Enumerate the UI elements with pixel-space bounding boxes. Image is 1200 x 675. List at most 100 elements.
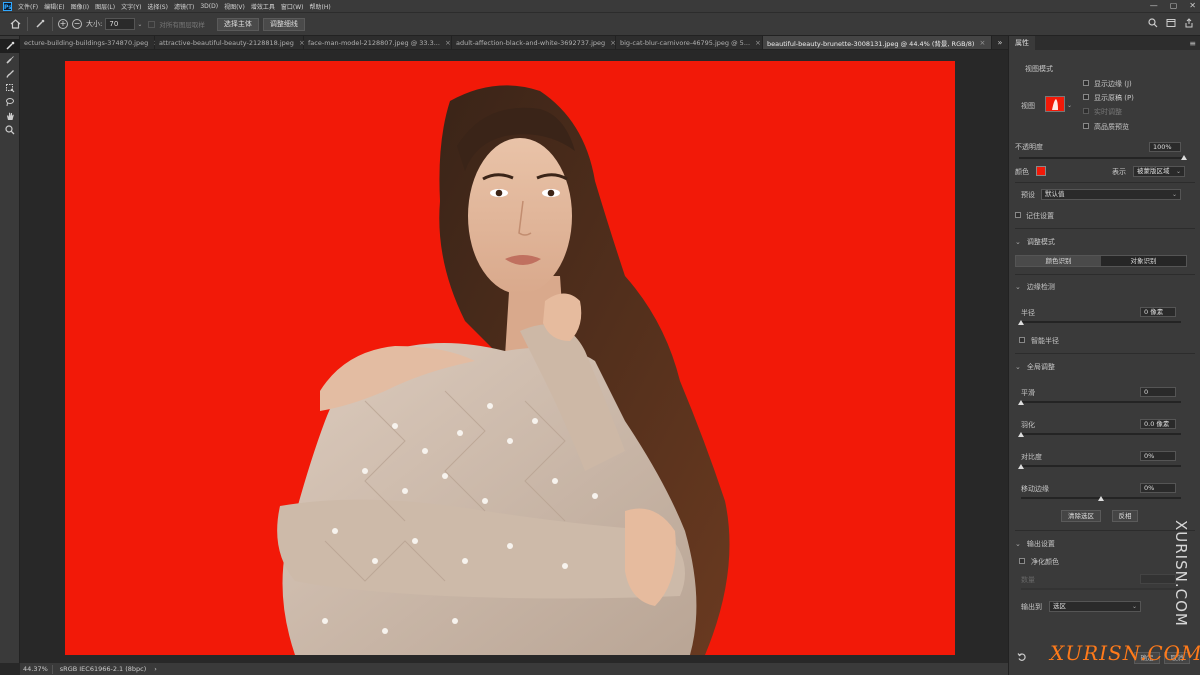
chevron-right-icon[interactable]: ›: [154, 665, 157, 673]
menu-type[interactable]: 文字(Y): [121, 2, 141, 11]
chevron-down-icon[interactable]: ⌄: [137, 21, 142, 28]
object-aware-button[interactable]: 对象识别: [1101, 256, 1186, 266]
radius-input[interactable]: 0 像素: [1140, 307, 1176, 317]
view-label: 视图: [1021, 102, 1035, 110]
size-input[interactable]: 70: [105, 18, 136, 30]
menu-image[interactable]: 图像(I): [71, 2, 89, 11]
object-selection-tool-icon[interactable]: [0, 81, 20, 95]
global-refinement-section[interactable]: ⌄ 全局调整: [1015, 362, 1055, 372]
smooth-slider-thumb[interactable]: [1018, 400, 1024, 405]
feather-input[interactable]: 0.0 像素: [1140, 419, 1176, 429]
workspace-icon[interactable]: [1166, 18, 1176, 31]
subtract-from-selection-icon[interactable]: −: [72, 19, 82, 29]
smart-radius-checkbox[interactable]: [1019, 337, 1025, 343]
view-mode-thumbnail[interactable]: [1045, 96, 1065, 112]
share-icon[interactable]: [1184, 18, 1194, 31]
remember-settings-checkbox[interactable]: [1015, 212, 1021, 218]
maximize-button[interactable]: ▢: [1170, 0, 1178, 12]
quick-selection-tool-icon[interactable]: [33, 17, 47, 31]
edge-detection-header: 边缘检测: [1026, 283, 1055, 291]
quick-selection-tool-icon[interactable]: [0, 39, 20, 53]
realtime-checkbox[interactable]: [1083, 108, 1089, 114]
zoom-tool-icon[interactable]: [0, 123, 20, 137]
display-select[interactable]: 被蒙版区域 ⌄: [1133, 166, 1185, 177]
smooth-slider[interactable]: [1021, 401, 1181, 403]
clear-selection-button[interactable]: 清除选区: [1061, 510, 1101, 522]
menu-3d[interactable]: 3D(D): [200, 3, 218, 10]
radius-slider[interactable]: [1021, 321, 1181, 323]
lasso-tool-icon[interactable]: [0, 95, 20, 109]
menu-edit[interactable]: 编辑(E): [44, 2, 64, 11]
hand-tool-icon[interactable]: [0, 109, 20, 123]
tab-label: adult-affection-black-and-white-3692737.…: [456, 39, 606, 47]
home-icon[interactable]: [8, 17, 22, 31]
radius-slider-thumb[interactable]: [1018, 320, 1024, 325]
adjust-mode-toggle: 颜色识别 对象识别: [1015, 255, 1187, 267]
chevron-down-icon[interactable]: ⌄: [1067, 102, 1072, 109]
options-bar: + − 大小: 70 ⌄ 对所有图层取样 选择主体 调整细线: [0, 12, 1200, 36]
contrast-slider[interactable]: [1021, 465, 1181, 467]
tab-document[interactable]: ecture-building-buildings-374870.jpeg×: [20, 36, 159, 49]
panel-menu-icon[interactable]: ≡: [1189, 39, 1196, 48]
sample-all-layers-checkbox[interactable]: [148, 20, 156, 28]
search-icon[interactable]: [1148, 18, 1158, 31]
adjust-mode-section[interactable]: ⌄ 调整模式: [1015, 237, 1055, 247]
smooth-input[interactable]: 0: [1140, 387, 1176, 397]
close-icon[interactable]: ×: [755, 39, 761, 47]
decontaminate-colors-checkbox[interactable]: [1019, 558, 1025, 564]
show-edge-checkbox[interactable]: [1083, 80, 1089, 86]
refine-hair-button[interactable]: 调整细线: [262, 17, 305, 31]
menu-view[interactable]: 视图(V): [224, 2, 245, 11]
refine-edge-brush-icon[interactable]: [0, 53, 20, 67]
menu-plugins[interactable]: 增效工具: [251, 2, 275, 11]
close-button[interactable]: ✕: [1189, 0, 1196, 12]
close-icon[interactable]: ×: [445, 39, 451, 47]
amount-input[interactable]: [1140, 574, 1176, 584]
add-to-selection-icon[interactable]: +: [58, 19, 68, 29]
tab-document[interactable]: adult-affection-black-and-white-3692737.…: [452, 36, 616, 49]
tab-document[interactable]: attractive-beautiful-beauty-2128818.jpeg…: [155, 36, 305, 49]
menu-filter[interactable]: 滤镜(T): [174, 2, 194, 11]
zoom-level[interactable]: 44.37%: [23, 665, 48, 673]
menu-select[interactable]: 选择(S): [147, 2, 168, 11]
divider: [51, 664, 53, 674]
shift-edge-input[interactable]: 0%: [1140, 483, 1176, 493]
tab-label: beautiful-beauty-brunette-3008131.jpeg @…: [767, 40, 975, 48]
tab-document[interactable]: face-man-model-2128807.jpeg @ 33.3... ×: [304, 36, 452, 49]
watermark-vertical: XURISN.COM: [1172, 520, 1190, 627]
reset-icon[interactable]: [1017, 652, 1027, 665]
shift-edge-slider-thumb[interactable]: [1098, 496, 1104, 501]
document-canvas[interactable]: [65, 61, 955, 655]
tab-document-active[interactable]: beautiful-beauty-brunette-3008131.jpeg @…: [763, 36, 992, 49]
edge-detection-section[interactable]: ⌄ 边缘检测: [1015, 282, 1055, 292]
tab-properties[interactable]: 属性: [1009, 36, 1035, 50]
menu-window[interactable]: 窗口(W): [281, 2, 304, 11]
color-aware-button[interactable]: 颜色识别: [1016, 256, 1101, 266]
amount-slider[interactable]: [1021, 588, 1181, 590]
select-subject-button[interactable]: 选择主体: [216, 17, 259, 31]
contrast-input[interactable]: 0%: [1140, 451, 1176, 461]
more-tabs-button[interactable]: »: [992, 36, 1008, 49]
preset-select[interactable]: 默认值 ⌄: [1041, 189, 1181, 200]
output-settings-section[interactable]: ⌄ 输出设置: [1015, 539, 1055, 549]
status-bar: 44.37% sRGB IEC61966-2.1 (8bpc) ›: [20, 663, 1008, 675]
hq-preview-checkbox[interactable]: [1083, 123, 1089, 129]
feather-slider-thumb[interactable]: [1018, 432, 1024, 437]
contrast-slider-thumb[interactable]: [1018, 464, 1024, 469]
feather-slider[interactable]: [1021, 433, 1181, 435]
show-original-checkbox[interactable]: [1083, 94, 1089, 100]
brush-tool-icon[interactable]: [0, 67, 20, 81]
overlay-color-swatch[interactable]: [1036, 166, 1046, 176]
menu-file[interactable]: 文件(F): [18, 2, 38, 11]
opacity-input[interactable]: 100%: [1149, 142, 1181, 152]
tab-document[interactable]: big-cat-blur-carnivore-46795.jpeg @ 5...…: [616, 36, 763, 49]
menu-layer[interactable]: 图层(L): [95, 2, 115, 11]
menu-help[interactable]: 帮助(H): [310, 2, 331, 11]
minimize-button[interactable]: —: [1150, 0, 1158, 12]
output-to-select[interactable]: 选区 ⌄: [1049, 601, 1141, 612]
close-icon[interactable]: ×: [979, 39, 985, 47]
invert-button[interactable]: 反相: [1112, 510, 1138, 522]
opacity-slider-thumb[interactable]: [1181, 155, 1187, 160]
opacity-slider[interactable]: [1019, 157, 1184, 159]
adjust-mode-header: 调整模式: [1026, 238, 1055, 246]
